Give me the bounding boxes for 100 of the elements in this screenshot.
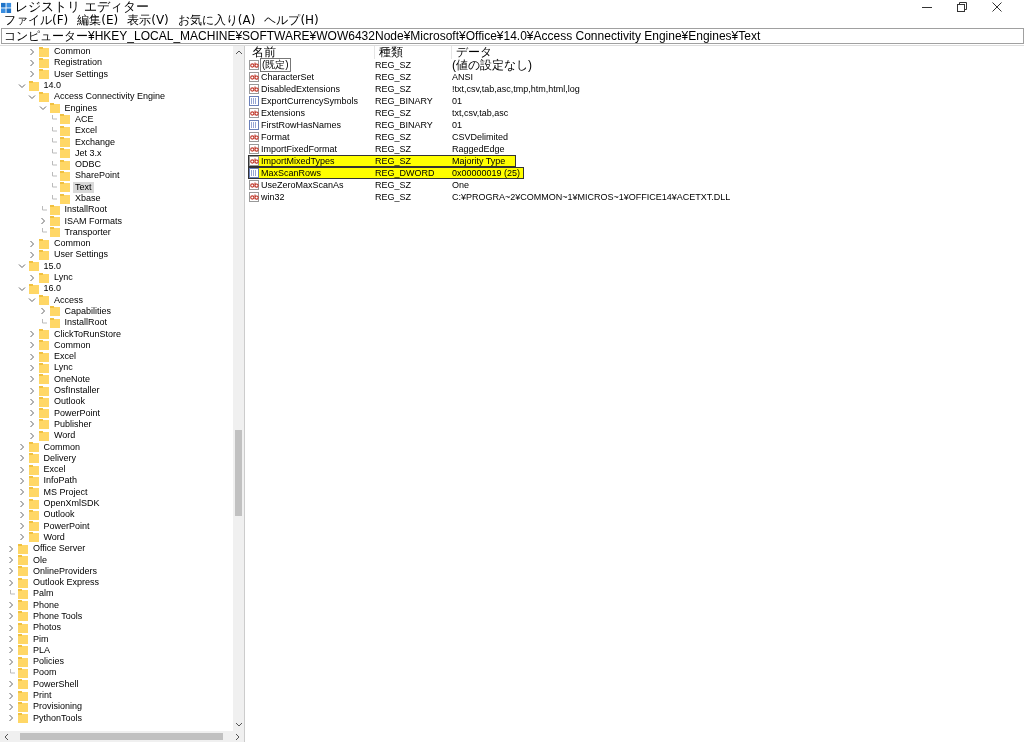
- tree-item[interactable]: Capabilities: [62, 305, 114, 317]
- tree-item[interactable]: Print: [31, 690, 54, 702]
- tree-item[interactable]: Photos: [31, 622, 64, 634]
- tree-item[interactable]: Registration: [52, 57, 105, 69]
- tree-item[interactable]: Jet 3.x: [73, 147, 104, 159]
- menu-item[interactable]: ヘルプ(H): [264, 14, 319, 27]
- tree-item[interactable]: Outlook: [41, 509, 77, 521]
- value-row[interactable]: CharacterSet REG_SZ ANSI: [248, 71, 516, 83]
- scroll-left-icon[interactable]: [3, 732, 9, 741]
- expand-chevron-icon[interactable]: [17, 499, 26, 508]
- tree-item[interactable]: Poom: [31, 667, 59, 679]
- expand-chevron-icon[interactable]: [7, 657, 15, 666]
- scroll-up-icon[interactable]: [234, 49, 243, 55]
- tree-item[interactable]: PowerPoint: [41, 520, 92, 532]
- tree-item[interactable]: Office Server: [31, 543, 88, 555]
- tree-item[interactable]: InstallRoot: [62, 317, 110, 329]
- tree-item[interactable]: ISAM Formats: [62, 215, 124, 227]
- value-row[interactable]: ExportCurrencySymbols REG_BINARY 01: [248, 95, 516, 107]
- restore-icon[interactable]: [957, 2, 967, 12]
- expand-chevron-icon[interactable]: [17, 522, 26, 531]
- tree-item[interactable]: ODBC: [73, 159, 103, 171]
- value-row[interactable]: Format REG_SZ CSVDelimited: [248, 131, 516, 143]
- tree-item[interactable]: Phone: [31, 599, 62, 611]
- scroll-right-icon[interactable]: [235, 732, 241, 741]
- tree-item[interactable]: Excel: [73, 125, 99, 137]
- collapse-chevron-icon[interactable]: [17, 81, 26, 90]
- expand-chevron-icon[interactable]: [28, 375, 36, 384]
- expand-chevron-icon[interactable]: [28, 58, 36, 67]
- expand-chevron-icon[interactable]: [7, 714, 15, 723]
- tree-item[interactable]: Outlook: [52, 396, 88, 408]
- expand-chevron-icon[interactable]: [17, 443, 26, 452]
- menu-item[interactable]: 表示(V): [127, 14, 169, 27]
- expand-chevron-icon[interactable]: [7, 623, 15, 632]
- expand-chevron-icon[interactable]: [17, 510, 26, 519]
- tree-item[interactable]: Provisioning: [31, 701, 85, 713]
- value-row[interactable]: win32 REG_SZ C:¥PROGRA~2¥COMMON~1¥MICROS~1¥OFFICE14¥ACETXT.DLL: [248, 191, 735, 203]
- expand-chevron-icon[interactable]: [28, 409, 36, 418]
- tree-item[interactable]: ClickToRunStore: [52, 328, 124, 340]
- menu-item[interactable]: お気に入り(A): [177, 14, 256, 27]
- value-row[interactable]: DisabledExtensions REG_SZ !txt,csv,tab,asc,tmp,htm,html,log: [248, 83, 584, 95]
- expand-chevron-icon[interactable]: [28, 47, 36, 56]
- expand-chevron-icon[interactable]: [17, 476, 26, 485]
- tree-item[interactable]: 16.0: [41, 283, 64, 295]
- tree-item[interactable]: InstallRoot: [62, 204, 110, 216]
- expand-chevron-icon[interactable]: [38, 307, 47, 316]
- expand-chevron-icon[interactable]: [28, 70, 36, 79]
- column-header[interactable]: 名前: [248, 46, 375, 59]
- tree-item[interactable]: OneNote: [52, 373, 93, 385]
- tree-item[interactable]: OpenXmlSDK: [41, 498, 102, 509]
- tree-item[interactable]: Publisher: [52, 418, 94, 430]
- value-row[interactable]: FirstRowHasNames REG_BINARY 01: [248, 119, 516, 131]
- expand-chevron-icon[interactable]: [28, 251, 36, 259]
- tree-item[interactable]: PowerPoint: [52, 407, 103, 419]
- expand-chevron-icon[interactable]: [7, 556, 15, 564]
- tree-item[interactable]: MS Project: [41, 486, 90, 498]
- expand-chevron-icon[interactable]: [28, 397, 36, 406]
- expand-chevron-icon[interactable]: [17, 533, 26, 542]
- tree-item[interactable]: Word: [52, 430, 78, 442]
- collapse-chevron-icon[interactable]: [17, 284, 26, 293]
- tree-item[interactable]: PowerShell: [31, 678, 81, 690]
- menu-item[interactable]: ファイル(F): [4, 14, 69, 27]
- tree-item[interactable]: SharePoint: [73, 170, 122, 182]
- value-row[interactable]: Extensions REG_SZ txt,csv,tab,asc: [248, 107, 516, 119]
- collapse-chevron-icon[interactable]: [17, 262, 26, 271]
- value-row[interactable]: (既定) REG_SZ (値の設定なし): [248, 59, 536, 71]
- expand-chevron-icon[interactable]: [38, 217, 47, 226]
- tree-item[interactable]: Lync: [52, 362, 75, 374]
- expand-chevron-icon[interactable]: [28, 330, 36, 339]
- tree-item[interactable]: User Settings: [52, 68, 111, 80]
- scroll-thumb[interactable]: [20, 733, 223, 740]
- tree-item[interactable]: Xbase: [73, 193, 103, 204]
- tree-item[interactable]: Engines: [62, 102, 100, 114]
- tree-item[interactable]: Palm: [31, 588, 56, 600]
- tree-item[interactable]: Delivery: [41, 452, 78, 464]
- tree-item[interactable]: PythonTools: [31, 712, 85, 724]
- tree-item[interactable]: Common: [52, 339, 93, 351]
- expand-chevron-icon[interactable]: [7, 544, 15, 553]
- expand-chevron-icon[interactable]: [28, 420, 36, 429]
- tree-item[interactable]: Excel: [41, 464, 68, 476]
- expand-chevron-icon[interactable]: [28, 273, 36, 282]
- expand-chevron-icon[interactable]: [17, 465, 26, 474]
- expand-chevron-icon[interactable]: [17, 454, 26, 463]
- value-row[interactable]: ImportFixedFormat REG_SZ RaggedEdge: [248, 143, 516, 155]
- expand-chevron-icon[interactable]: [7, 612, 15, 621]
- tree-item[interactable]: OsfInstaller: [52, 385, 102, 397]
- menu-item[interactable]: 編集(E): [77, 14, 119, 27]
- tree-item[interactable]: PLA: [31, 644, 52, 656]
- expand-chevron-icon[interactable]: [7, 680, 15, 689]
- tree-item[interactable]: Access Connectivity Engine: [52, 91, 168, 103]
- tree-item[interactable]: Outlook Express: [31, 577, 102, 589]
- expand-chevron-icon[interactable]: [7, 691, 15, 700]
- value-row[interactable]: UseZeroMaxScanAs REG_SZ One: [248, 179, 516, 191]
- tree-item[interactable]: Pim: [31, 633, 51, 645]
- tree-item[interactable]: Lync: [52, 272, 75, 284]
- tree-item[interactable]: Common: [41, 441, 82, 453]
- tree-item[interactable]: Excel: [52, 351, 78, 363]
- tree-item[interactable]: Text: [73, 181, 94, 193]
- scroll-down-icon[interactable]: [234, 722, 243, 728]
- tree-item[interactable]: 14.0: [41, 80, 64, 92]
- tree-item[interactable]: Word: [41, 531, 67, 543]
